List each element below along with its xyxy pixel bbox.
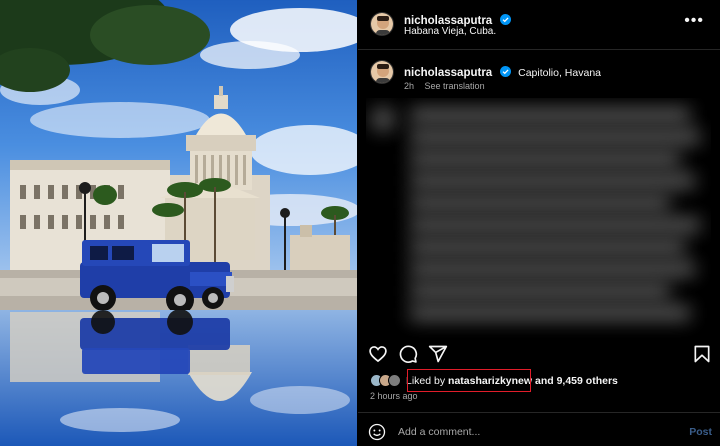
annotation-highlight-box (407, 369, 531, 392)
capitolio-car-photo (0, 0, 357, 446)
caption-location: Capitolio, Havana (518, 67, 601, 79)
comment-icon[interactable] (398, 344, 418, 364)
post-timestamp[interactable]: 2 hours ago (370, 391, 418, 401)
post-photo[interactable] (0, 0, 357, 446)
heart-icon[interactable] (368, 344, 388, 364)
see-translation-link[interactable]: See translation (425, 81, 485, 91)
emoji-icon[interactable] (368, 423, 386, 441)
comment-bar: Add a comment... Post (358, 412, 720, 446)
liker-avatar[interactable] (388, 374, 401, 387)
post-comment-button[interactable]: Post (689, 426, 712, 438)
likes-count[interactable]: and 9,459 others (535, 375, 618, 387)
more-options-icon[interactable]: ••• (684, 13, 704, 29)
action-bar (358, 340, 720, 368)
author-avatar[interactable] (370, 12, 394, 36)
comment-input[interactable]: Add a comment... (398, 426, 480, 438)
blurred-caption (366, 98, 711, 338)
verified-icon (499, 66, 511, 77)
header-location[interactable]: Habana Vieja, Cuba. (404, 26, 496, 37)
share-icon[interactable] (428, 344, 448, 364)
posted-time: 2h (404, 81, 415, 91)
post-header: nicholassaputra Habana Vieja, Cuba. ••• (358, 0, 720, 50)
caption-author-avatar[interactable] (370, 60, 394, 84)
verified-icon (499, 14, 511, 25)
bookmark-icon[interactable] (692, 344, 712, 364)
caption-author-username[interactable]: nicholassaputra (404, 67, 492, 79)
